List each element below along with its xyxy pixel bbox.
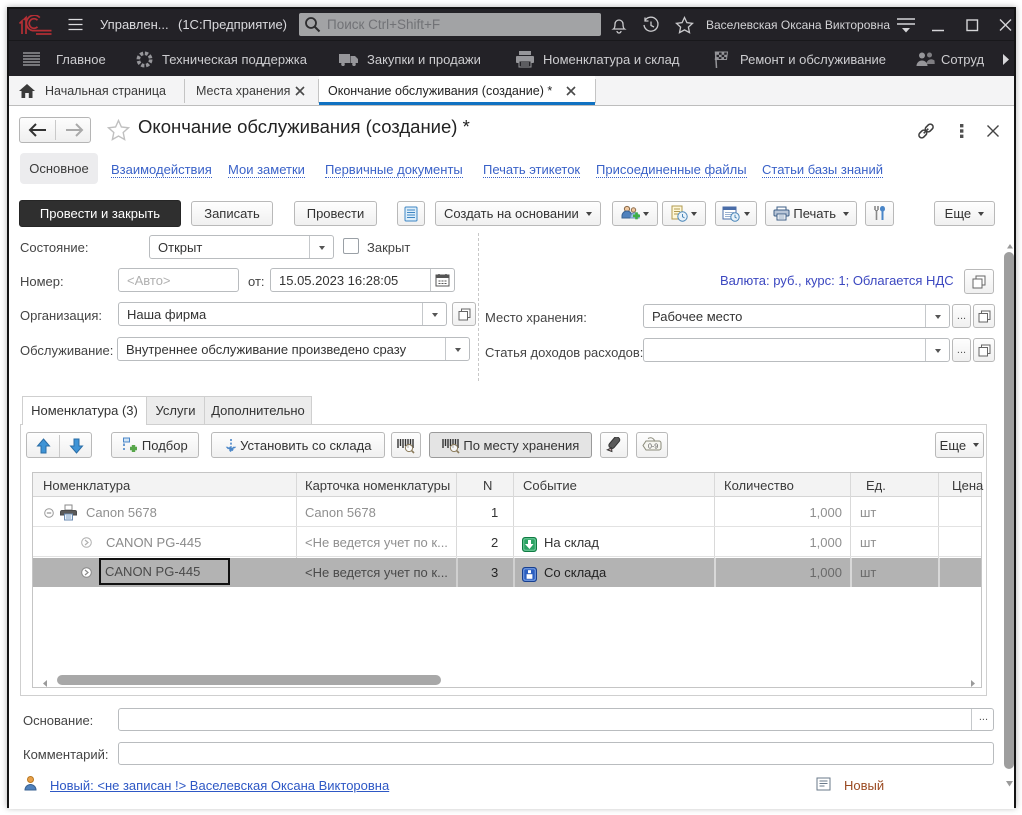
svg-text:0-9: 0-9	[648, 444, 658, 451]
